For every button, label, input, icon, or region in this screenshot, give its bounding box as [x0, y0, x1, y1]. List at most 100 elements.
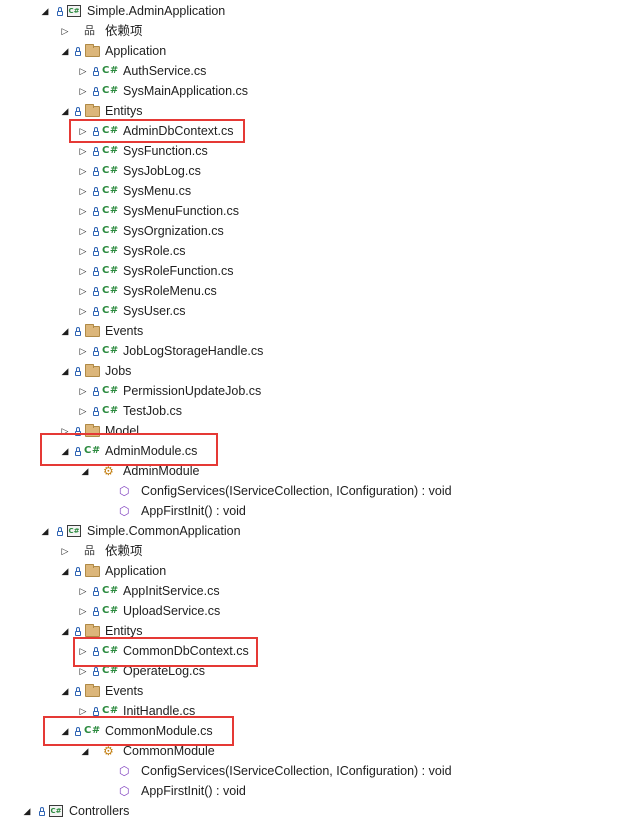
collapsed-arrow-icon[interactable]: ▷ [78, 81, 88, 101]
tree-item-file[interactable]: ▷ C# SysMainApplication.cs [0, 81, 632, 101]
tree-item-file[interactable]: ▷ C# AuthService.cs [0, 61, 632, 81]
tree-item-label: Model [105, 424, 140, 438]
lock-icon [92, 301, 100, 321]
tree-item-folder-entitys[interactable]: ◢ Entitys [0, 101, 632, 121]
tree-item-label: AppFirstInit() : void [141, 504, 246, 518]
expanded-arrow-icon[interactable]: ◢ [60, 561, 70, 581]
expanded-arrow-icon[interactable]: ◢ [60, 41, 70, 61]
tree-item-method[interactable]: ⬡ AppFirstInit() : void [0, 501, 632, 521]
tree-item-file[interactable]: ▷ C# SysFunction.cs [0, 141, 632, 161]
folder-icon [85, 684, 100, 697]
csharp-file-icon: C# [84, 725, 101, 736]
collapsed-arrow-icon[interactable]: ▷ [78, 641, 88, 661]
tree-item-file-common-db-context[interactable]: ▷ C# CommonDbContext.cs [0, 641, 632, 661]
collapsed-arrow-icon[interactable]: ▷ [78, 261, 88, 281]
collapsed-arrow-icon[interactable]: ▷ [60, 541, 70, 561]
expanded-arrow-icon[interactable]: ◢ [60, 721, 70, 741]
expanded-arrow-icon[interactable]: ◢ [60, 101, 70, 121]
expanded-arrow-icon[interactable]: ◢ [22, 801, 32, 821]
collapsed-arrow-icon[interactable]: ▷ [78, 701, 88, 721]
collapsed-arrow-icon[interactable]: ▷ [78, 381, 88, 401]
tree-item-label: Application [105, 44, 167, 58]
tree-item-file-admin-db-context[interactable]: ▷ C# AdminDbContext.cs [0, 121, 632, 141]
collapsed-arrow-icon[interactable]: ▷ [78, 661, 88, 681]
tree-item-admin-project[interactable]: ◢ C# Simple.AdminApplication [0, 1, 632, 21]
tree-item-file[interactable]: ▷ C# SysOrgnization.cs [0, 221, 632, 241]
tree-item-file[interactable]: ▷ C# SysJobLog.cs [0, 161, 632, 181]
collapsed-arrow-icon[interactable]: ▷ [78, 141, 88, 161]
tree-item-file[interactable]: ▷ C# SysRole.cs [0, 241, 632, 261]
lock-icon [92, 161, 100, 181]
dependencies-icon: 品 [84, 25, 95, 37]
collapsed-arrow-icon[interactable]: ▷ [78, 201, 88, 221]
tree-item-file[interactable]: ▷ C# SysMenu.cs [0, 181, 632, 201]
collapsed-arrow-icon[interactable]: ▷ [78, 301, 88, 321]
expanded-arrow-icon[interactable]: ◢ [60, 681, 70, 701]
csharp-file-icon: C# [102, 645, 119, 656]
collapsed-arrow-icon[interactable]: ▷ [78, 401, 88, 421]
lock-icon [56, 521, 64, 541]
expanded-arrow-icon[interactable]: ◢ [40, 521, 50, 541]
tree-item-file[interactable]: ▷ C# InitHandle.cs [0, 701, 632, 721]
collapsed-arrow-icon[interactable]: ▷ [78, 281, 88, 301]
expanded-arrow-icon[interactable]: ◢ [80, 741, 90, 761]
lock-icon [74, 421, 82, 441]
collapsed-arrow-icon[interactable]: ▷ [78, 341, 88, 361]
lock-icon [74, 321, 82, 341]
tree-item-file[interactable]: ▷ C# AppInitService.cs [0, 581, 632, 601]
tree-item-file-admin-module[interactable]: ◢ C# AdminModule.cs [0, 441, 632, 461]
tree-item-file[interactable]: ▷ C# PermissionUpdateJob.cs [0, 381, 632, 401]
folder-icon [85, 44, 100, 57]
tree-item-folder-jobs[interactable]: ◢ Jobs [0, 361, 632, 381]
lock-icon [92, 401, 100, 421]
tree-item-label: PermissionUpdateJob.cs [123, 384, 262, 398]
tree-item-class[interactable]: ◢ ⚙ AdminModule [0, 461, 632, 481]
collapsed-arrow-icon[interactable]: ▷ [78, 161, 88, 181]
tree-item-common-project[interactable]: ◢ C# Simple.CommonApplication [0, 521, 632, 541]
tree-item-folder-application[interactable]: ◢ Application [0, 561, 632, 581]
expanded-arrow-icon[interactable]: ◢ [60, 321, 70, 341]
collapsed-arrow-icon[interactable]: ▷ [78, 601, 88, 621]
expanded-arrow-icon[interactable]: ◢ [60, 441, 70, 461]
collapsed-arrow-icon[interactable]: ▷ [78, 181, 88, 201]
collapsed-arrow-icon[interactable]: ▷ [78, 221, 88, 241]
tree-item-class[interactable]: ◢ ⚙ CommonModule [0, 741, 632, 761]
collapsed-arrow-icon[interactable]: ▷ [60, 421, 70, 441]
collapsed-arrow-icon[interactable]: ▷ [60, 21, 70, 41]
tree-item-folder-application[interactable]: ◢ Application [0, 41, 632, 61]
expanded-arrow-icon[interactable]: ◢ [80, 461, 90, 481]
tree-item-file[interactable]: ▷ C# SysRoleFunction.cs [0, 261, 632, 281]
tree-item-file[interactable]: ▷ C# SysUser.cs [0, 301, 632, 321]
csharp-file-icon: C# [84, 445, 101, 456]
tree-item-file[interactable]: ▷ C# SysRoleMenu.cs [0, 281, 632, 301]
tree-item-file-common-module[interactable]: ◢ C# CommonModule.cs [0, 721, 632, 741]
collapsed-arrow-icon[interactable]: ▷ [78, 241, 88, 261]
tree-item-file[interactable]: ▷ C# SysMenuFunction.cs [0, 201, 632, 221]
lock-icon [92, 641, 100, 661]
tree-item-file[interactable]: ▷ C# UploadService.cs [0, 601, 632, 621]
tree-item-folder-events[interactable]: ◢ Events [0, 321, 632, 341]
dependencies-icon: 品 [84, 545, 95, 557]
tree-item-label: SysOrgnization.cs [123, 224, 224, 238]
tree-item-controllers-project[interactable]: ◢ C# Controllers [0, 801, 632, 821]
tree-item-file[interactable]: ▷ C# OperateLog.cs [0, 661, 632, 681]
tree-item-folder-events[interactable]: ◢ Events [0, 681, 632, 701]
folder-icon [85, 424, 100, 437]
tree-item-label: ConfigServices(IServiceCollection, IConf… [141, 764, 452, 778]
tree-item-folder-model[interactable]: ▷ Model [0, 421, 632, 441]
tree-item-method[interactable]: ⬡ ConfigServices(IServiceCollection, ICo… [0, 761, 632, 781]
collapsed-arrow-icon[interactable]: ▷ [78, 61, 88, 81]
tree-item-file[interactable]: ▷ C# TestJob.cs [0, 401, 632, 421]
collapsed-arrow-icon[interactable]: ▷ [78, 121, 88, 141]
collapsed-arrow-icon[interactable]: ▷ [78, 581, 88, 601]
tree-item-label: SysRoleFunction.cs [123, 264, 234, 278]
expanded-arrow-icon[interactable]: ◢ [60, 621, 70, 641]
tree-item-method[interactable]: ⬡ ConfigServices(IServiceCollection, ICo… [0, 481, 632, 501]
expanded-arrow-icon[interactable]: ◢ [60, 361, 70, 381]
tree-item-file[interactable]: ▷ C# JobLogStorageHandle.cs [0, 341, 632, 361]
expanded-arrow-icon[interactable]: ◢ [40, 1, 50, 21]
tree-item-folder-entitys[interactable]: ◢ Entitys [0, 621, 632, 641]
tree-item-dependencies[interactable]: ▷ 品 依赖项 [0, 541, 632, 561]
tree-item-dependencies[interactable]: ▷ 品 依赖项 [0, 21, 632, 41]
tree-item-method[interactable]: ⬡ AppFirstInit() : void [0, 781, 632, 801]
